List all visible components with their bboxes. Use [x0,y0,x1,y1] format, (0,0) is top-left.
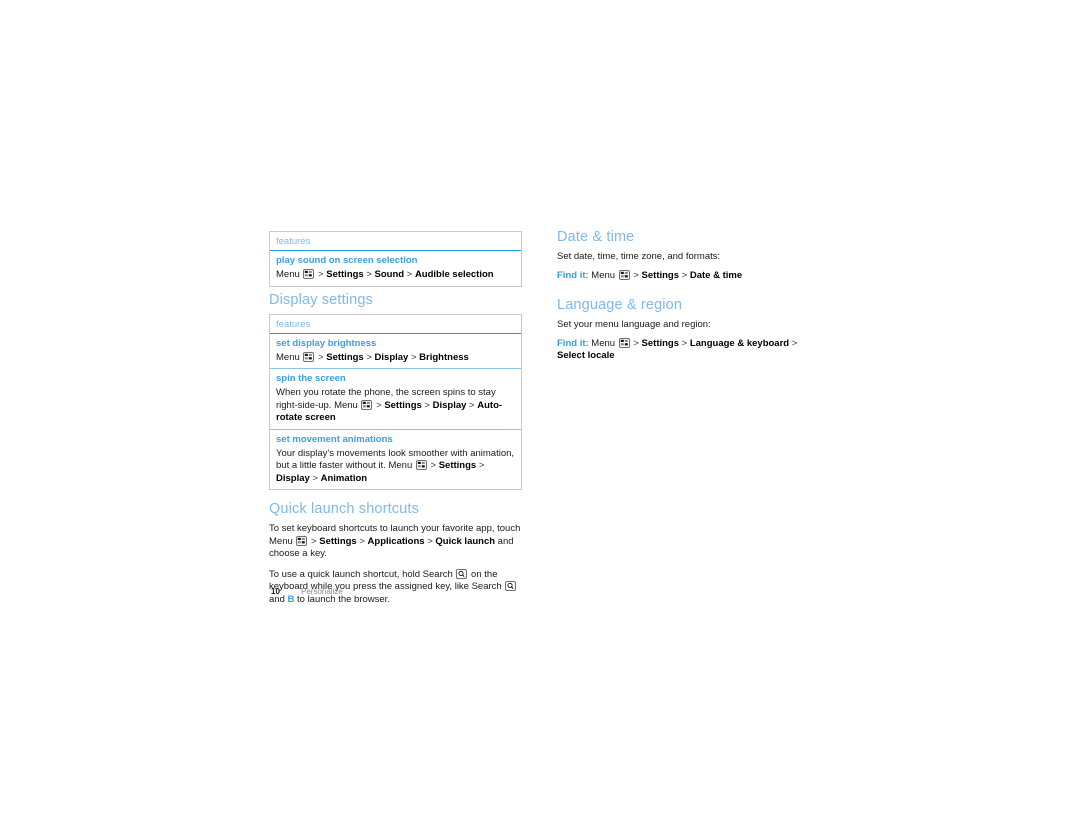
table-row: set display brightness Menu > Settings > … [270,334,521,369]
path-separator: > [308,535,320,547]
text-run: Menu [276,269,303,280]
feature-row-body: When you rotate the phone, the screen sp… [270,386,521,429]
path-separator: > [427,460,439,471]
right-text-column: Date & time Set date, time, time zone, an… [557,228,810,371]
body-paragraph: To set keyboard shortcuts to launch your… [269,523,522,561]
section-heading-quick-launch: Quick launch shortcuts [269,501,419,517]
menu-path-item: Applications [367,535,425,547]
section-heading: Language & region [557,297,683,313]
path-separator: > [404,269,415,280]
feature-row-body: Your display's movements look smoother w… [270,447,521,490]
text-run: Menu [588,269,618,281]
menu-path-item: Select locale [557,350,615,361]
table-row: play sound on screen selection Menu > Set… [270,251,521,286]
menu-path-item: Display [374,351,409,363]
display-table-rows: set display brightness Menu > Settings > … [270,334,521,490]
menu-path-item: Settings [641,337,680,349]
search-magnifier-key-icon [456,568,468,579]
path-separator: > [309,472,321,484]
menu-path-item: Display [276,472,310,484]
path-separator: > [315,269,327,280]
feature-row-title: set display brightness [276,337,377,349]
table-header-features: features [270,315,521,334]
find-it-label: Find it: [557,269,589,281]
menu-grid-key-icon [618,269,630,280]
find-it-label: Find it: [557,337,589,349]
page-footer: 10 Personalize [271,586,571,597]
text-run: To use a quick launch shortcut, hold Sea… [269,568,456,580]
sound-features-table: features play sound on screen selection M… [269,231,522,287]
path-separator: > [363,269,375,280]
section-heading-display-settings: Display settings [269,291,373,308]
menu-path-item: Display [432,399,467,411]
section-intro-text: Set your menu language and region: [557,319,711,330]
menu-grid-key-icon [361,399,373,410]
path-separator: > [476,460,485,471]
menu-path-item: Settings [384,399,422,411]
feature-row-body: Menu > Settings > Sound > Audible select… [270,268,521,286]
menu-path-item: Quick launch [435,535,496,547]
path-separator: > [630,269,642,281]
page-number: 10 [271,587,280,596]
menu-grid-key-icon [415,460,427,470]
menu-grid-key-icon [296,535,308,546]
chapter-name: Personalize [301,587,343,596]
feature-row-body: Menu > Settings > Display > Brightness [270,351,521,369]
menu-grid-key-icon [618,337,630,348]
path-separator: > [789,337,798,349]
path-separator: > [315,351,327,363]
section-heading: Date & time [557,229,635,245]
menu-path-item: Brightness [419,351,469,363]
menu-path-item: Sound [374,269,405,280]
path-separator: > [356,535,368,547]
text-run: Menu [588,337,618,349]
right-sections: Date & time Set date, time, time zone, an… [557,228,810,363]
menu-path-item: Language & keyboard [689,337,790,349]
path-separator: > [363,351,375,363]
find-it-line: Find it: Menu > Settings > Date & time [557,269,810,283]
menu-path-item: Settings [641,269,680,281]
menu-path-item: Date & time [689,269,743,281]
menu-path-item: Settings [319,535,357,547]
table-row: spin the screen When you rotate the phone… [270,369,521,430]
menu-grid-key-icon [303,269,315,279]
table-row: set movement animations Your display's mo… [270,430,521,490]
display-features-table: features set display brightness Menu > Se… [269,313,522,490]
sound-table-rows: play sound on screen selection Menu > Set… [270,251,521,286]
menu-grid-key-icon [303,351,315,362]
path-separator: > [373,399,385,411]
find-it-line: Find it: Menu > Settings > Language & ke… [557,337,810,363]
feature-row-title: set movement animations [276,433,393,445]
path-separator: > [679,269,690,281]
feature-row-title: play sound on screen selection [276,255,418,266]
path-separator: > [421,399,433,411]
menu-path-item: Audible selection [414,269,494,280]
menu-path-item: Animation [320,472,368,484]
path-separator: > [679,337,690,349]
menu-path-item: Settings [326,269,364,280]
path-separator: > [424,535,436,547]
menu-path-item: Settings [438,460,477,471]
path-separator: > [408,351,420,363]
text-run: Menu [276,351,303,363]
section-intro-text: Set date, time, time zone, and formats: [557,251,721,262]
path-separator: > [630,337,642,349]
table-header-features: features [270,232,521,251]
path-separator: > [466,399,478,411]
feature-row-title: spin the screen [276,373,346,384]
left-text-column: features play sound on screen selection M… [269,231,522,614]
manual-page: features play sound on screen selection M… [0,0,1080,834]
menu-path-item: Settings [326,351,364,363]
